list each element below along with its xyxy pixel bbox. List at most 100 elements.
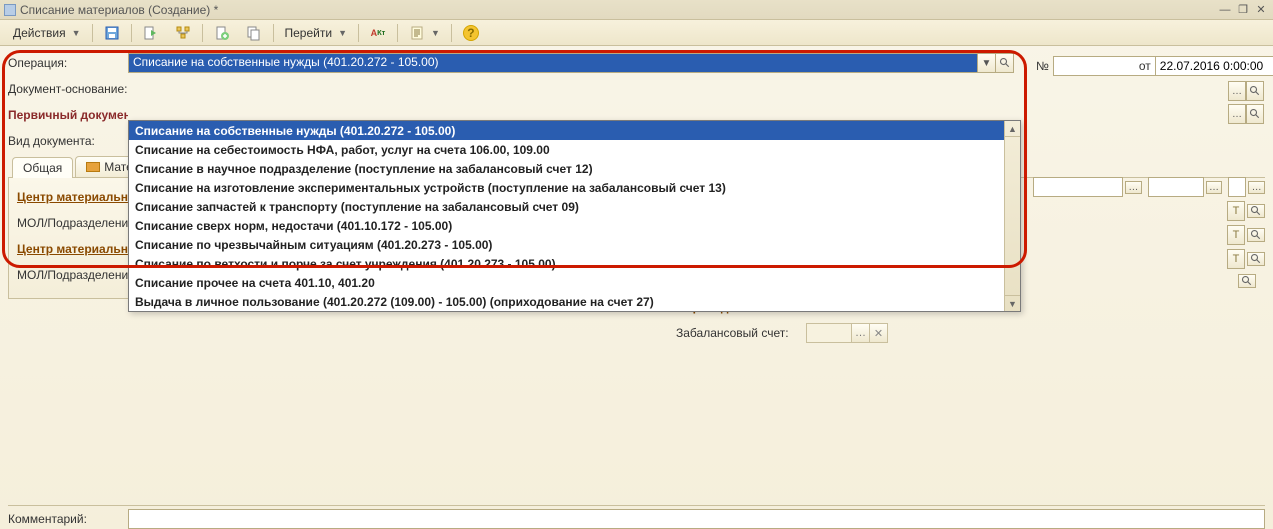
separator <box>92 24 93 42</box>
comment-input[interactable] <box>128 509 1265 529</box>
ellipsis-button[interactable]: … <box>1248 181 1265 194</box>
search-button[interactable] <box>1246 81 1264 101</box>
search-icon <box>1249 85 1261 97</box>
scroll-down[interactable]: ▼ <box>1005 295 1020 311</box>
save-icon <box>104 25 120 41</box>
dtkt-button[interactable]: АКт <box>363 23 393 43</box>
search-icon <box>1250 253 1262 265</box>
app-icon <box>4 4 16 16</box>
operation-label: Операция: <box>8 56 128 70</box>
panel-field-1[interactable] <box>1033 177 1123 197</box>
chevron-down-icon: ▼ <box>431 28 440 38</box>
document-new-icon <box>214 25 230 41</box>
ellipsis-button[interactable]: … <box>1125 181 1142 194</box>
help-button[interactable]: ? <box>456 23 486 43</box>
scroll-up[interactable]: ▲ <box>1005 121 1020 137</box>
help-icon: ? <box>463 25 479 41</box>
separator <box>131 24 132 42</box>
number-label: № <box>1036 59 1049 73</box>
panel-field-2[interactable] <box>1148 177 1204 197</box>
dropdown-toggle[interactable]: ▼ <box>978 53 996 73</box>
basis-label: Документ-основание: <box>8 82 128 96</box>
toolbar: Действия ▼ Перейти ▼ АКт <box>0 20 1273 46</box>
new-doc-button[interactable] <box>207 23 237 43</box>
actions-label: Действия <box>13 26 66 40</box>
report-icon <box>409 25 425 41</box>
search-button[interactable] <box>1238 274 1256 288</box>
doctype-label: Вид документа: <box>8 134 128 148</box>
separator <box>358 24 359 42</box>
table-icon <box>86 162 100 172</box>
close-button[interactable]: ✕ <box>1253 3 1269 17</box>
maximize-button[interactable]: ❐ <box>1235 3 1251 17</box>
titlebar: Списание материалов (Создание) * — ❐ ✕ <box>0 0 1273 20</box>
search-icon <box>1241 275 1253 287</box>
footer: Комментарий: <box>8 505 1265 529</box>
date-field[interactable] <box>1155 56 1273 76</box>
tab-general-label: Общая <box>23 161 62 175</box>
ellipsis-button[interactable]: … <box>1228 81 1246 101</box>
ellipsis-button[interactable]: … <box>1206 181 1223 194</box>
number-field[interactable] <box>1053 56 1129 76</box>
save-button[interactable] <box>97 23 127 43</box>
t-button[interactable]: T <box>1227 225 1245 245</box>
basis-picker: … <box>1228 81 1264 101</box>
panel-field-3[interactable] <box>1228 177 1246 197</box>
actions-menu[interactable]: Действия ▼ <box>6 23 88 43</box>
primary-label: Первичный докумен <box>8 108 128 122</box>
dropdown-item[interactable]: Списание на себестоимость НФА, работ, ус… <box>129 140 1004 159</box>
tab-general[interactable]: Общая <box>12 157 73 178</box>
dropdown-item[interactable]: Списание по чрезвычайным ситуациям (401.… <box>129 235 1004 254</box>
t-button[interactable]: T <box>1227 249 1245 269</box>
window-title: Списание материалов (Создание) * <box>20 3 218 17</box>
search-button[interactable] <box>1247 252 1265 266</box>
operation-combo[interactable]: Списание на собственные нужды (401.20.27… <box>128 53 1014 73</box>
offbalance-input[interactable] <box>806 323 852 343</box>
tree-icon <box>175 25 191 41</box>
ellipsis-button[interactable]: … <box>852 323 870 343</box>
copy-icon <box>246 25 262 41</box>
report-button[interactable]: ▼ <box>402 23 447 43</box>
dropdown-item[interactable]: Выдача в личное пользование (401.20.272 … <box>129 292 1004 311</box>
dropdown-item[interactable]: Списание по ветхости и порче за счет учр… <box>129 254 1004 273</box>
basis-row: Документ-основание: <box>8 78 1265 100</box>
search-icon <box>1249 108 1261 120</box>
search-button[interactable] <box>1247 204 1265 218</box>
separator <box>273 24 274 42</box>
search-button[interactable] <box>996 53 1014 73</box>
copy-doc-button[interactable] <box>239 23 269 43</box>
separator <box>202 24 203 42</box>
separator <box>451 24 452 42</box>
clear-button[interactable]: ✕ <box>870 323 888 343</box>
ellipsis-button[interactable]: … <box>1228 104 1246 124</box>
dropdown-scrollbar[interactable]: ▲ ▼ <box>1004 121 1020 311</box>
comment-label: Комментарий: <box>8 512 128 526</box>
goto-label: Перейти <box>285 26 333 40</box>
scroll-track[interactable] <box>1005 137 1020 295</box>
dropdown-item[interactable]: Списание сверх норм, недостачи (401.10.1… <box>129 216 1004 235</box>
separator <box>397 24 398 42</box>
operation-dropdown[interactable]: Списание на собственные нужды (401.20.27… <box>128 120 1021 312</box>
search-button[interactable] <box>1247 228 1265 242</box>
dropdown-item[interactable]: Списание запчастей к транспорту (поступл… <box>129 197 1004 216</box>
t-button[interactable]: T <box>1227 201 1245 221</box>
structure-button[interactable] <box>168 23 198 43</box>
date-input[interactable] <box>1155 56 1273 76</box>
search-icon <box>1250 205 1262 217</box>
minimize-button[interactable]: — <box>1217 3 1233 17</box>
search-icon <box>1250 229 1262 241</box>
post-button[interactable] <box>136 23 166 43</box>
operation-input[interactable]: Списание на собственные нужды (401.20.27… <box>128 53 978 73</box>
panel-right-stack: … … … T T T <box>1033 176 1265 272</box>
dropdown-item[interactable]: Списание на изготовление экспериментальн… <box>129 178 1004 197</box>
offbalance-field[interactable]: … ✕ <box>806 323 888 343</box>
chevron-down-icon: ▼ <box>338 28 347 38</box>
dropdown-item[interactable]: Списание на собственные нужды (401.20.27… <box>129 121 1004 140</box>
from-label: от <box>1139 59 1151 73</box>
dropdown-item[interactable]: Списание прочее на счета 401.10, 401.20 <box>129 273 1004 292</box>
goto-menu[interactable]: Перейти ▼ <box>278 23 354 43</box>
dropdown-item[interactable]: Списание в научное подразделение (поступ… <box>129 159 1004 178</box>
document-forward-icon <box>143 25 159 41</box>
offbalance-label: Забалансовый счет: <box>676 326 806 340</box>
search-button[interactable] <box>1246 104 1264 124</box>
